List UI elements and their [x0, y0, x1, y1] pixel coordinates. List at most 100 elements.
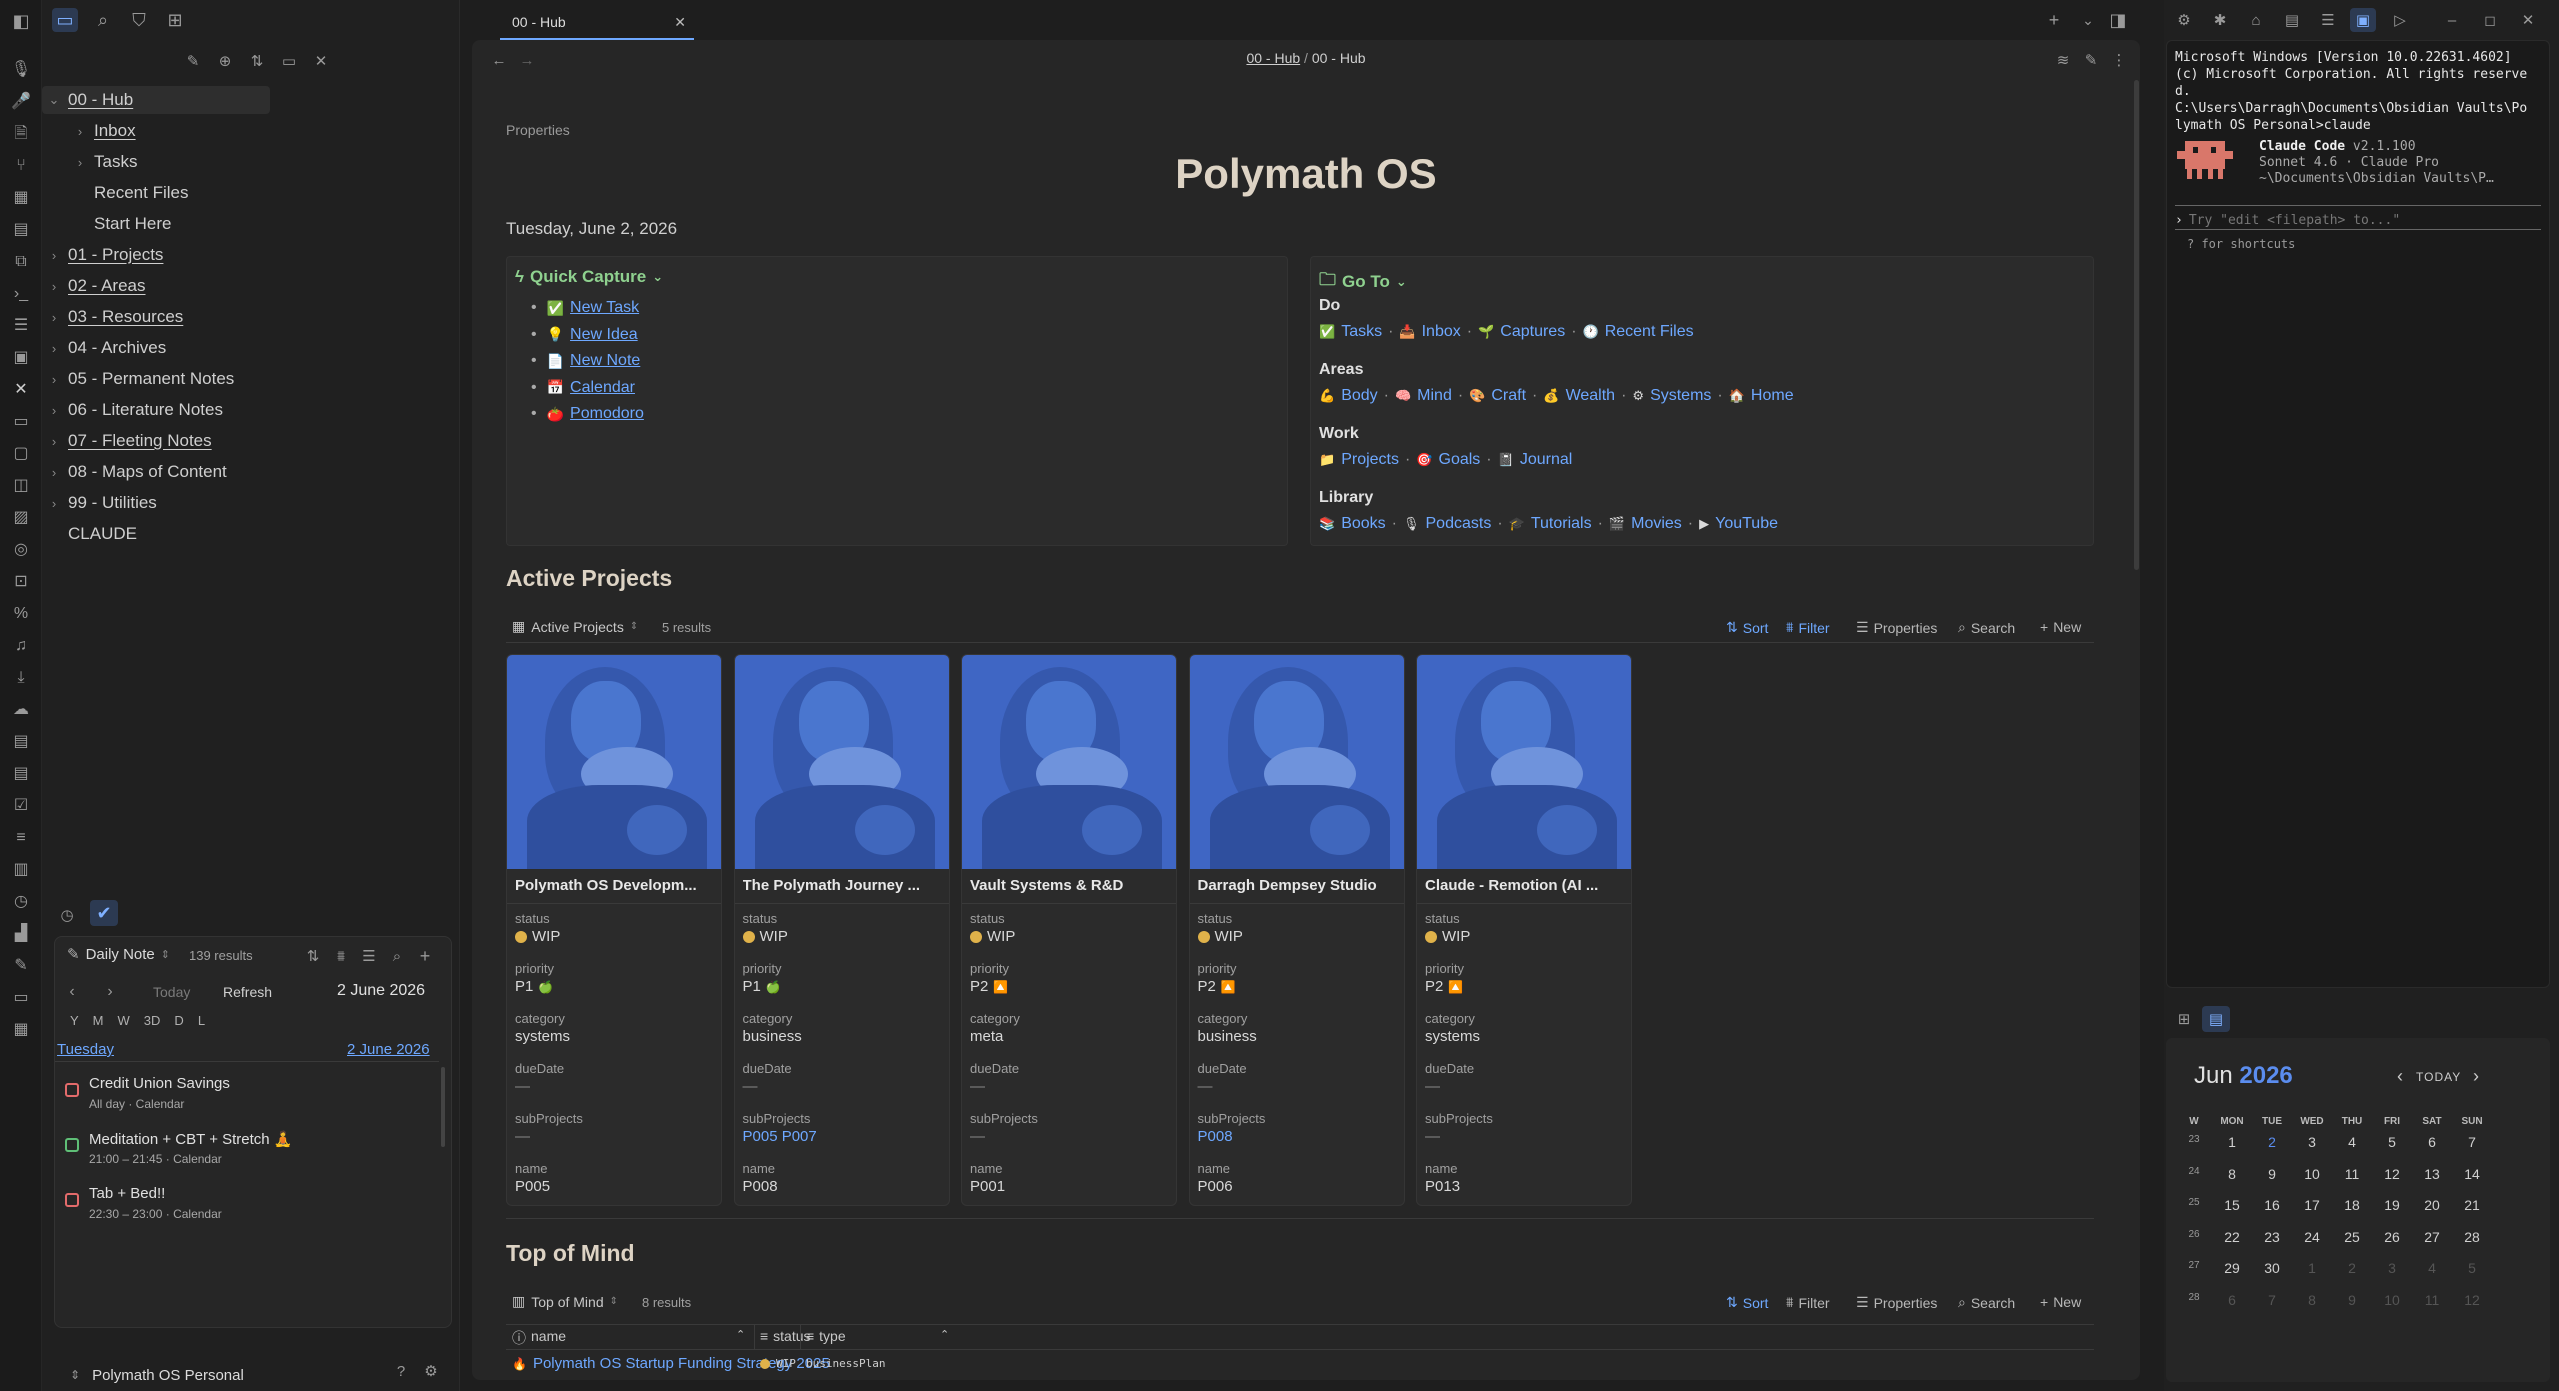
close-icon[interactable]: ✕ [674, 14, 686, 31]
column-type[interactable]: ≡ type ⌃ [806, 1328, 952, 1344]
calendar-day[interactable]: 5 [2452, 1260, 2492, 1276]
calendar-week-icon[interactable]: ▤ [0, 758, 42, 790]
goto-link[interactable]: Tutorials [1531, 515, 1592, 533]
calendar-day[interactable]: 5 [2372, 1134, 2412, 1150]
calendar-icon[interactable]: ▤ [0, 214, 42, 246]
outline-icon[interactable]: ☰ [2316, 9, 2340, 31]
tree-item[interactable]: › 08 - Maps of Content [46, 458, 452, 486]
collapse-icon[interactable]: ▭ [276, 50, 302, 72]
calendar-day[interactable]: 1 [2212, 1134, 2252, 1150]
tree-item[interactable]: › 99 - Utilities [46, 489, 452, 517]
search-icon[interactable]: ⌕ [385, 945, 409, 967]
tree-item[interactable]: › Inbox [72, 117, 452, 145]
tab-hub[interactable]: 00 - Hub ✕ [500, 6, 694, 40]
calendar-day[interactable]: 3 [2292, 1134, 2332, 1150]
files-icon[interactable]: ▭ [52, 8, 78, 32]
clock-icon[interactable]: ◷ [56, 904, 78, 926]
filter-button[interactable]: ⩩ Filter [1786, 619, 1830, 636]
microphone-icon[interactable]: 🎙 [0, 54, 42, 86]
breadcrumb-parent[interactable]: 00 - Hub [1246, 50, 1300, 66]
goto-link[interactable]: Recent Files [1605, 323, 1694, 341]
canvas-icon[interactable]: ◫ [0, 470, 42, 502]
base-view-select[interactable]: ▦ Active Projects ⇕ [512, 618, 638, 635]
tree-item[interactable]: › 01 - Projects [46, 241, 452, 269]
prev-icon[interactable]: ‹ [61, 981, 83, 1003]
new-pane-icon[interactable]: ⊞ [2172, 1008, 2196, 1030]
calendar-day[interactable]: 10 [2292, 1166, 2332, 1182]
calendar-day[interactable]: 21 [2452, 1197, 2492, 1213]
tree-item[interactable]: › 07 - Fleeting Notes [46, 427, 452, 455]
close-all-icon[interactable]: ✕ [308, 50, 334, 72]
daily-view-select[interactable]: ✎ Daily Note ⇕ [67, 945, 170, 964]
plugin-alt-icon[interactable]: ✱ [2208, 9, 2232, 31]
tree-item[interactable]: › 02 - Areas [46, 272, 452, 300]
goto-link[interactable]: Journal [1520, 451, 1572, 469]
calendar-day[interactable]: 26 [2372, 1229, 2412, 1245]
calendar-day[interactable]: 27 [2412, 1229, 2452, 1245]
quick-capture-header[interactable]: ϟ Quick Capture ⌄ [515, 267, 663, 287]
calendar-day[interactable]: 11 [2332, 1166, 2372, 1182]
cloud-icon[interactable]: ☁ [0, 694, 42, 726]
download-icon[interactable]: ⤓ [0, 662, 42, 694]
bullet-list-icon[interactable]: ≡ [0, 822, 42, 854]
goto-link[interactable]: Craft [1491, 387, 1526, 405]
properties-button[interactable]: ☰ Properties [1856, 1294, 1937, 1311]
calendar-day[interactable]: 15 [2212, 1197, 2252, 1213]
goto-link[interactable]: Projects [1341, 451, 1399, 469]
calendar-day[interactable]: 19 [2372, 1197, 2412, 1213]
project-card[interactable]: Claude - Remotion (AI ... status WIP priori… [1416, 654, 1632, 1206]
prompt-input[interactable]: › Try "edit <filepath> to..." [2175, 213, 2400, 228]
new-tab-icon[interactable]: ⊞ [162, 8, 188, 32]
calendar-day[interactable]: 3 [2372, 1260, 2412, 1276]
book-icon[interactable]: ▭ [0, 982, 42, 1014]
filter-icon[interactable]: ⩩ [329, 945, 353, 967]
archive-icon[interactable]: ▭ [0, 406, 42, 438]
globe-icon[interactable]: ◎ [0, 534, 42, 566]
add-icon[interactable]: + [413, 945, 437, 967]
calendar-day[interactable]: 12 [2452, 1292, 2492, 1308]
goto-link[interactable]: YouTube [1715, 515, 1778, 533]
quick-capture-link[interactable]: New Note [570, 352, 640, 370]
bookmark-icon[interactable]: ⛉ [126, 8, 152, 32]
base-view-select[interactable]: ▥ Top of Mind ⇕ [512, 1293, 618, 1310]
view-option[interactable]: W [111, 1011, 137, 1030]
card-subProjects[interactable]: P005 P007 [743, 1128, 817, 1145]
calendar-day[interactable]: 17 [2292, 1197, 2332, 1213]
sort-icon[interactable]: ⇅ [301, 945, 325, 967]
minimize-icon[interactable]: – [2440, 9, 2464, 31]
tree-item[interactable]: ⌄ 00 - Hub [42, 86, 270, 114]
archive-icon[interactable]: ▤ [2280, 9, 2304, 31]
lock-icon[interactable]: ⊡ [0, 566, 42, 598]
next-month-icon[interactable]: › [2466, 1066, 2486, 1086]
calendar-day[interactable]: 11 [2412, 1292, 2452, 1308]
goto-link[interactable]: Podcasts [1426, 515, 1492, 533]
quick-capture-link[interactable]: New Idea [570, 326, 638, 344]
percent-icon[interactable]: % [0, 598, 42, 630]
terminal-icon[interactable]: ›_ [0, 278, 42, 310]
calendar-day[interactable]: 9 [2332, 1292, 2372, 1308]
clock-icon[interactable]: ◷ [0, 886, 42, 918]
search-button[interactable]: ⌕ Search [1958, 619, 2015, 636]
music-icon[interactable]: ♫ [0, 630, 42, 662]
calendar-day[interactable]: 7 [2252, 1292, 2292, 1308]
column-status[interactable]: ≡ status [760, 1328, 811, 1344]
sidebar-right-toggle-icon[interactable]: ◨ [2106, 9, 2130, 31]
file-icon[interactable]: 🗎 [0, 118, 42, 150]
goto-link[interactable]: Home [1751, 387, 1794, 405]
calendar-day[interactable]: 22 [2212, 1229, 2252, 1245]
goto-link[interactable]: Mind [1417, 387, 1452, 405]
new-button[interactable]: + New [2040, 1294, 2081, 1310]
view-option[interactable]: L [191, 1011, 212, 1030]
calendar-day[interactable]: 4 [2412, 1260, 2452, 1276]
checkbox-icon[interactable]: ☑ [0, 790, 42, 822]
new-note-icon[interactable]: ✎ [180, 50, 206, 72]
quick-capture-item[interactable]: • 📄 New Note [531, 352, 640, 370]
sidebar-toggle-icon[interactable]: ◧ [0, 10, 42, 32]
calendar-event[interactable]: Meditation + CBT + Stretch 🧘 21:00 – 21:4… [65, 1130, 425, 1178]
calendar-day[interactable]: 4 [2332, 1134, 2372, 1150]
slides-icon[interactable]: ▢ [0, 438, 42, 470]
goto-link[interactable]: Goals [1439, 451, 1481, 469]
quick-capture-item[interactable]: • 💡 New Idea [531, 326, 638, 344]
calendar-day[interactable]: 8 [2292, 1292, 2332, 1308]
play-icon[interactable]: ▷ [2388, 9, 2412, 31]
